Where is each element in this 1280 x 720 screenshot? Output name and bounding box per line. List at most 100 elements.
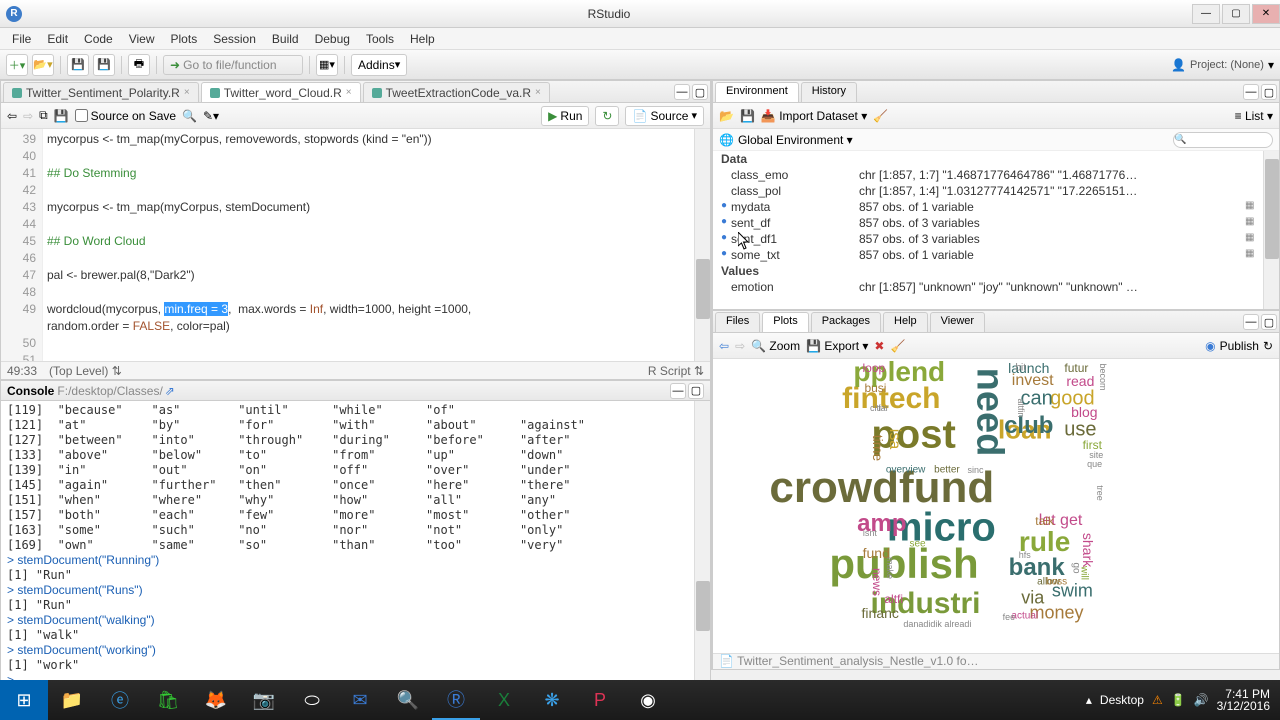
- new-file-button[interactable]: ＋▾: [6, 54, 28, 76]
- grid-toolbar-button[interactable]: ▦▾: [316, 54, 338, 76]
- tab-tweet-extraction[interactable]: TweetExtractionCode_va.R×: [363, 82, 550, 102]
- env-row[interactable]: ●sent_df1857 obs. of 3 variables▦: [713, 231, 1263, 247]
- console-path-icon[interactable]: ⇗: [165, 384, 175, 398]
- env-search-input[interactable]: [1173, 132, 1273, 148]
- view-data-icon[interactable]: ▦: [1245, 248, 1259, 262]
- env-row[interactable]: ●sent_df857 obs. of 3 variables▦: [713, 215, 1263, 231]
- tab-plots[interactable]: Plots: [762, 312, 808, 332]
- minimize-button[interactable]: —: [1192, 4, 1220, 24]
- scope-indicator[interactable]: (Top Level) ⇅: [49, 364, 122, 378]
- expand-icon[interactable]: ●: [717, 216, 731, 230]
- rerun-button[interactable]: ↻: [595, 106, 619, 126]
- editor-scrollbar[interactable]: [694, 129, 710, 361]
- close-icon[interactable]: ×: [184, 87, 190, 98]
- menu-debug[interactable]: Debug: [307, 30, 358, 48]
- pane-minimize-button[interactable]: —: [1243, 314, 1259, 330]
- refresh-icon[interactable]: ↻: [1263, 339, 1273, 353]
- rstudio-taskbar-icon[interactable]: Ⓡ: [432, 680, 480, 720]
- env-scope-selector[interactable]: Global Environment ▾: [738, 133, 853, 147]
- menu-plots[interactable]: Plots: [163, 30, 206, 48]
- expand-icon[interactable]: ●: [717, 232, 731, 246]
- battery-icon[interactable]: 🔋: [1171, 693, 1186, 707]
- env-row[interactable]: emotion chr [1:857] "unknown" "joy" "unk…: [713, 279, 1263, 295]
- expand-icon[interactable]: ●: [717, 248, 731, 262]
- camera-icon[interactable]: 📷: [240, 680, 288, 720]
- firefox-icon[interactable]: 🦊: [192, 680, 240, 720]
- search-app-icon[interactable]: 🔍: [384, 680, 432, 720]
- file-type[interactable]: R Script ⇅: [648, 364, 704, 378]
- env-row[interactable]: ●some_txt857 obs. of 1 variable▦: [713, 247, 1263, 263]
- menu-build[interactable]: Build: [264, 30, 307, 48]
- addins-button[interactable]: Addins ▾: [351, 54, 407, 76]
- tab-packages[interactable]: Packages: [811, 312, 881, 332]
- find-icon[interactable]: 🔍: [182, 109, 197, 123]
- save-workspace-icon[interactable]: 💾: [740, 109, 755, 123]
- show-hidden-icons[interactable]: ▴: [1086, 693, 1092, 707]
- menu-help[interactable]: Help: [402, 30, 443, 48]
- publish-button[interactable]: Publish: [1220, 339, 1259, 353]
- env-row[interactable]: ●mydata857 obs. of 1 variable▦: [713, 199, 1263, 215]
- project-selector[interactable]: Project: (None): [1190, 59, 1264, 71]
- menu-file[interactable]: File: [4, 30, 39, 48]
- ie-icon[interactable]: ⓔ: [96, 680, 144, 720]
- pane-minimize-button[interactable]: —: [670, 383, 686, 399]
- outlook-icon[interactable]: ✉: [336, 680, 384, 720]
- tray-icon[interactable]: ⚠: [1152, 693, 1163, 707]
- menu-session[interactable]: Session: [205, 30, 264, 48]
- run-button[interactable]: ▶Run: [541, 106, 589, 126]
- expand-icon[interactable]: [717, 168, 731, 182]
- open-file-button[interactable]: 📂▾: [32, 54, 54, 76]
- plot-next-icon[interactable]: ⇨: [735, 339, 745, 353]
- clock[interactable]: 7:41 PM 3/12/2016: [1217, 688, 1270, 712]
- tab-environment[interactable]: Environment: [715, 82, 799, 102]
- hp-icon[interactable]: ⬭: [288, 680, 336, 720]
- tab-help[interactable]: Help: [883, 312, 928, 332]
- file-explorer-icon[interactable]: 📁: [48, 680, 96, 720]
- desktop-label[interactable]: Desktop: [1100, 693, 1144, 707]
- menu-edit[interactable]: Edit: [39, 30, 76, 48]
- list-view-button[interactable]: ≡ List ▾: [1235, 109, 1273, 123]
- view-data-icon[interactable]: [1245, 168, 1259, 182]
- save-all-button[interactable]: 💾: [93, 54, 115, 76]
- export-button[interactable]: 💾 Export ▾: [806, 339, 868, 353]
- menu-tools[interactable]: Tools: [358, 30, 402, 48]
- goto-file-function-input[interactable]: ➜ Go to file/function: [163, 55, 303, 75]
- print-button[interactable]: 🖶: [128, 54, 150, 76]
- load-workspace-icon[interactable]: 📂: [719, 109, 734, 123]
- env-scrollbar[interactable]: [1263, 151, 1279, 309]
- tab-twitter-sentiment[interactable]: Twitter_Sentiment_Polarity.R×: [3, 82, 199, 102]
- source-button[interactable]: 📄Source ▾: [625, 106, 704, 126]
- powerpoint-icon[interactable]: P: [576, 680, 624, 720]
- env-row[interactable]: class_emochr [1:857, 1:7] "1.46871776464…: [713, 167, 1263, 183]
- save-icon[interactable]: 💾: [54, 109, 69, 123]
- pane-minimize-button[interactable]: —: [674, 84, 690, 100]
- view-data-icon[interactable]: ▦: [1245, 216, 1259, 230]
- pane-maximize-button[interactable]: ▢: [1261, 314, 1277, 330]
- code-content[interactable]: mycorpus <- tm_map(myCorpus, removewords…: [43, 129, 694, 361]
- maximize-button[interactable]: ▢: [1222, 4, 1250, 24]
- forward-icon[interactable]: ⇨: [23, 109, 33, 123]
- env-row[interactable]: class_polchr [1:857, 1:4] "1.03127774142…: [713, 183, 1263, 199]
- tab-twitter-wordcloud[interactable]: Twitter_word_Cloud.R×: [201, 82, 361, 102]
- close-button[interactable]: ✕: [1252, 4, 1280, 24]
- close-icon[interactable]: ×: [346, 87, 352, 98]
- tab-viewer[interactable]: Viewer: [930, 312, 985, 332]
- chrome-icon[interactable]: ◉: [624, 680, 672, 720]
- menu-view[interactable]: View: [121, 30, 163, 48]
- excel-icon[interactable]: X: [480, 680, 528, 720]
- volume-icon[interactable]: 🔊: [1194, 693, 1209, 707]
- view-data-icon[interactable]: ▦: [1245, 232, 1259, 246]
- remove-plot-icon[interactable]: ✖: [874, 339, 884, 353]
- expand-icon[interactable]: [717, 184, 731, 198]
- wand-icon[interactable]: ✎▾: [203, 109, 219, 123]
- console-scrollbar[interactable]: [694, 401, 710, 690]
- menu-code[interactable]: Code: [76, 30, 121, 48]
- skype-icon[interactable]: ❋: [528, 680, 576, 720]
- code-editor[interactable]: 39404142434445464748495051525354 mycorpu…: [1, 129, 710, 361]
- store-icon[interactable]: 🛍: [144, 680, 192, 720]
- close-icon[interactable]: ×: [535, 87, 541, 98]
- source-on-save-checkbox[interactable]: Source on Save: [75, 109, 176, 123]
- expand-icon[interactable]: ●: [717, 200, 731, 214]
- start-button[interactable]: ⊞: [0, 680, 48, 720]
- view-data-icon[interactable]: ▦: [1245, 200, 1259, 214]
